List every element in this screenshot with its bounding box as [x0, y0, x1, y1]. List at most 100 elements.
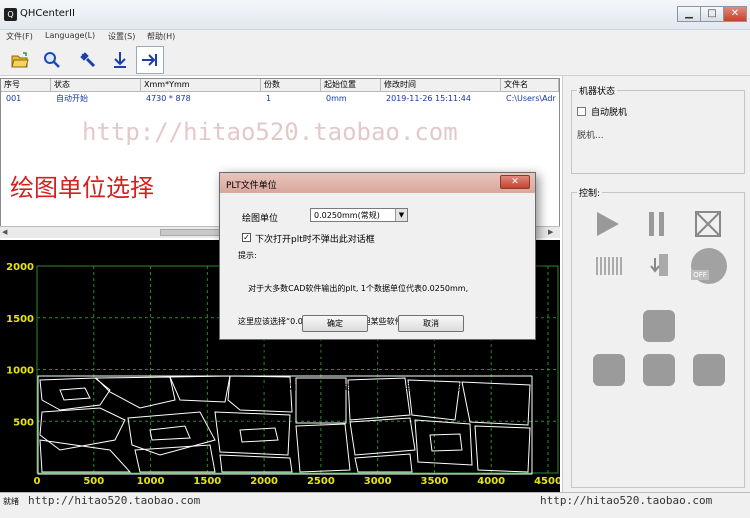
app-icon: Q: [4, 8, 17, 21]
zoom-button[interactable]: [38, 46, 66, 74]
table-cell: 1: [266, 94, 272, 103]
maximize-button[interactable]: □: [700, 6, 724, 22]
table-cell: 2019-11-26 15:11:44: [386, 94, 471, 103]
pen-off-icon: OFF: [691, 270, 709, 280]
x-tick-label: 1500: [193, 476, 221, 487]
arrow-to-bar-icon: [142, 54, 157, 66]
status-text: 脱机...: [577, 131, 604, 141]
table-row[interactable]: 001 自动开始 4730 * 878 1 0mm 2019-11-26 15:…: [1, 93, 559, 105]
play-icon: [597, 212, 619, 236]
unit-select-value: 0.0250mm(常规): [314, 211, 380, 220]
zoom-icon: [44, 52, 60, 68]
dialog-title: PLT文件单位: [226, 181, 277, 191]
x-axis-labels: 0 500 1000 1500 2000 2500 3000 3500 4000 4500: [34, 476, 562, 487]
dialog-title-bar: PLT文件单位 ✕: [220, 173, 535, 193]
x-tick-label: 3000: [364, 476, 392, 487]
status-state: 就绪: [3, 497, 19, 506]
table-cell: C:\Users\Adr: [506, 94, 556, 103]
menu-file[interactable]: 文件(F): [6, 31, 33, 42]
y-axis-labels: 2000 1500 1000 500: [6, 262, 34, 428]
table-cell: 4730 * 878: [146, 94, 191, 103]
stop-button[interactable]: [694, 210, 722, 241]
title-bar: Q QHCenterII ▁ □ ✕: [0, 0, 750, 30]
x-tick-label: 0: [34, 476, 41, 487]
down-arrow-icon: [114, 52, 126, 68]
pen-down-button[interactable]: [647, 252, 671, 283]
scroll-right-icon[interactable]: ▶: [548, 228, 558, 237]
unit-label: 绘图单位: [242, 214, 279, 224]
hint-text: 对于大多数CAD软件输出的plt, 1个数据单位代表0.0250mm, 这里应该…: [238, 261, 468, 448]
download-button[interactable]: [106, 46, 134, 74]
auto-offline-checkbox[interactable]: [577, 107, 586, 116]
column-header[interactable]: 状态: [51, 79, 141, 92]
hint-line: 对于大多数CAD软件输出的plt, 1个数据单位代表0.0250mm,: [238, 284, 469, 293]
column-header[interactable]: 份数: [261, 79, 321, 92]
move-up-button[interactable]: [643, 310, 675, 342]
pause-icon: [649, 212, 664, 236]
hint-line: plt, 1个数据单位代表1mil(即0.0254mm), 这里应该选择“: [238, 350, 447, 359]
x-tick-label: 3500: [421, 476, 449, 487]
unit-select[interactable]: 0.0250mm(常规) ▼: [310, 208, 408, 222]
cancel-button[interactable]: 取消: [398, 315, 464, 332]
chevron-down-icon[interactable]: ▼: [395, 209, 407, 221]
wrench-icon: [80, 52, 96, 68]
status-watermark-right: http://hitao520.taobao.com: [540, 494, 713, 507]
column-header[interactable]: 文件名: [501, 79, 559, 92]
pause-button[interactable]: [645, 210, 669, 241]
column-header[interactable]: Xmm*Ymm: [141, 79, 261, 92]
stop-icon: [695, 211, 721, 237]
x-tick-label: 1000: [137, 476, 165, 487]
scroll-left-icon[interactable]: ◀: [2, 228, 12, 237]
watermark: http://hitao520.taobao.com: [82, 118, 458, 146]
overlay-caption: 绘图单位选择: [10, 174, 154, 202]
plt-unit-dialog: PLT文件单位 ✕ 绘图单位 0.0250mm(常规) ▼ ✓ 下次打开plt时…: [219, 172, 536, 425]
window-title: QHCenterII: [20, 8, 75, 19]
ok-button[interactable]: 确定: [302, 315, 368, 332]
send-button[interactable]: [136, 46, 164, 74]
down-arrow-icon: [650, 254, 668, 276]
table-cell: 0mm: [326, 94, 347, 103]
table-cell: 001: [6, 94, 22, 103]
column-header[interactable]: 序号: [1, 79, 51, 92]
x-tick-label: 500: [83, 476, 104, 487]
auto-offline-label: 自动脱机: [591, 108, 628, 118]
column-header[interactable]: 起始位置: [321, 79, 381, 92]
settings-wrench-button[interactable]: [74, 46, 102, 74]
move-right-button[interactable]: [693, 354, 725, 386]
pen-off-button[interactable]: OFF: [691, 248, 727, 284]
play-button[interactable]: [593, 210, 623, 241]
menu-help[interactable]: 帮助(H): [147, 31, 175, 42]
control-title: 控制:: [577, 186, 603, 199]
y-tick-label: 500: [13, 417, 34, 428]
status-bar: 就绪 http://hitao520.taobao.com http://hit…: [0, 492, 750, 518]
scroll-thumb[interactable]: [160, 229, 220, 236]
table-cell: 自动开始: [56, 94, 88, 103]
menu-bar: 文件(F) Language(L) 设置(S) 帮助(H): [0, 30, 750, 44]
x-tick-label: 2500: [307, 476, 335, 487]
dialog-close-button[interactable]: ✕: [500, 175, 530, 189]
menu-settings[interactable]: 设置(S): [108, 31, 135, 42]
close-button[interactable]: ✕: [723, 6, 747, 22]
hint-line: 尺寸有偏差.: [238, 416, 281, 425]
move-left-button[interactable]: [593, 354, 625, 386]
y-tick-label: 1500: [6, 314, 34, 325]
barcode-icon: [596, 257, 622, 275]
open-button[interactable]: [6, 46, 34, 74]
move-down-button[interactable]: [643, 354, 675, 386]
column-header[interactable]: 修改时间: [381, 79, 501, 92]
x-tick-label: 2000: [250, 476, 278, 487]
status-watermark-left: http://hitao520.taobao.com: [28, 494, 201, 507]
hint-title: 提示:: [238, 251, 257, 260]
toolbar: [0, 44, 750, 76]
open-folder-icon: [11, 52, 29, 68]
minimize-button[interactable]: ▁: [677, 6, 701, 22]
barcode-button[interactable]: [595, 254, 623, 281]
x-tick-label: 4500: [534, 476, 560, 487]
hint-line: 0.0254mm” 如果选择了不合适的绘图单位, 会导致输出的图形: [238, 383, 462, 392]
menu-language[interactable]: Language(L): [45, 31, 95, 40]
dont-show-label: 下次打开plt时不弹出此对话框: [255, 235, 375, 245]
right-panel: 机器状态 自动脱机 脱机... 控制: OFF: [562, 76, 750, 492]
machine-status-title: 机器状态: [577, 84, 618, 97]
y-tick-label: 2000: [6, 262, 34, 273]
dont-show-checkbox[interactable]: ✓: [242, 233, 251, 242]
